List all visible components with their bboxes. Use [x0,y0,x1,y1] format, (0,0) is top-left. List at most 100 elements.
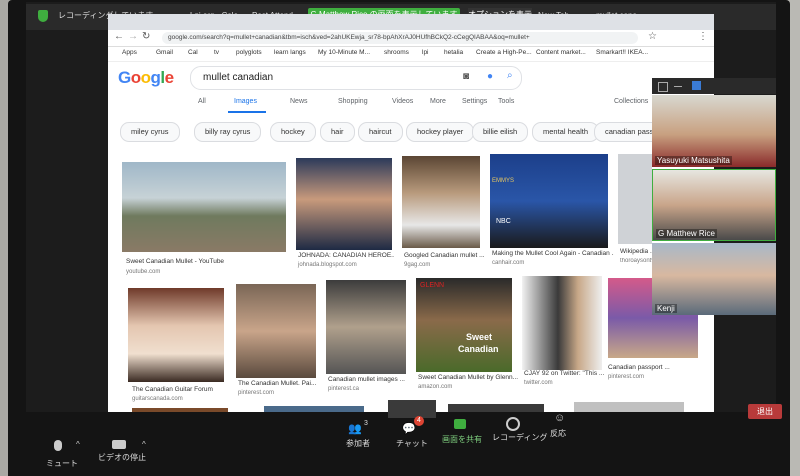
bookmark-item[interactable]: tv [214,49,219,56]
participants-button[interactable]: 参加者 [346,438,370,449]
address-bar[interactable]: google.com/search?q=mullet+canadian&tbm=… [162,32,638,44]
tab-news[interactable]: News [290,98,308,105]
participant-tile[interactable]: Yasuyuki Matsushita [652,95,776,167]
result-caption[interactable]: The Canadian Mullet. Pai... [238,380,322,387]
bookmarks-bar: Apps Gmail Cal tv polyglots learn langs … [108,47,714,62]
forward-icon[interactable]: → [128,31,138,42]
participant-tile[interactable]: G Matthew Rice [652,169,776,241]
result-image[interactable] [522,276,602,370]
tab-strip [108,14,714,30]
bookmark-item[interactable]: Smarkart!! IKEA... [596,49,648,56]
bookmark-item[interactable]: learn langs [274,49,306,56]
leave-meeting-button[interactable]: 退出 [748,404,782,419]
back-icon[interactable]: ← [114,31,124,42]
result-source: canhair.com [492,260,525,266]
gallery-icon[interactable] [692,81,701,90]
search-query: mullet canadian [203,72,274,83]
mic-icon[interactable]: ● [487,71,493,82]
video-camera-icon[interactable] [112,440,126,449]
result-image[interactable] [326,280,406,374]
result-caption[interactable]: Googled Canadian mullet ... [404,252,484,259]
chip[interactable]: billie eilish [472,122,529,142]
stop-video-button[interactable]: ビデオの停止 [98,452,146,463]
chip[interactable]: haircut [358,122,403,142]
camera-icon[interactable]: ◙ [463,71,469,82]
chip[interactable]: mental health [532,122,600,142]
related-chips: miley cyrus billy ray cyrus hockey hair … [120,122,710,142]
video-options-chevron-icon[interactable]: ^ [142,440,146,449]
bookmark-item[interactable]: Gmail [156,49,173,56]
tab-settings[interactable]: Settings [462,98,487,105]
mute-button[interactable]: ミュート [46,458,78,469]
tab-images[interactable]: Images [234,98,257,105]
result-caption[interactable]: Making the Mullet Cool Again - Canadian … [492,250,614,257]
menu-icon[interactable]: ⋮ [698,31,708,42]
tab-all[interactable]: All [198,98,206,105]
bookmark-item[interactable]: hetalia [444,49,463,56]
chip[interactable]: billy ray cyrus [194,122,262,142]
result-image[interactable] [128,288,224,382]
participant-panel-header [652,78,776,94]
overlay-nbc: NBC [496,218,511,225]
overlay-glenn: GLENN [420,282,445,289]
result-caption[interactable]: The Canadian Guitar Forum [132,386,232,393]
chip[interactable]: hockey [270,122,316,142]
result-image[interactable] [618,154,652,244]
reactions-icon[interactable]: ☺ [554,412,565,424]
share-screen-icon[interactable] [454,419,466,429]
result-caption[interactable]: Sweet Canadian Mullet - YouTube [126,258,290,265]
participant-tile[interactable]: Kenji [652,243,776,315]
bookmark-item[interactable]: Cal [188,49,198,56]
record-icon[interactable] [506,417,520,431]
result-image[interactable] [402,156,480,248]
bookmark-item[interactable]: Content market... [536,49,586,56]
reactions-button[interactable]: 反応 [550,428,566,439]
chip[interactable]: hair [320,122,355,142]
result-image[interactable]: EMMYS NBC [490,154,608,248]
result-caption[interactable]: CJAY 92 on Twitter: "This ... [524,370,604,377]
result-caption[interactable]: JOHNADA: CANADIAN HEROE... [298,252,394,259]
mic-icon[interactable] [54,440,62,451]
result-caption[interactable]: Sweet Canadian Mullet by Glenn... [418,374,518,381]
search-input[interactable]: mullet canadian ◙ ● ⌕ [190,66,522,90]
participants-icon[interactable]: 👥 [348,422,362,435]
result-source: amazon.com [418,384,453,390]
mic-options-chevron-icon[interactable]: ^ [76,440,80,449]
result-source: youtube.com [126,269,161,275]
result-image[interactable] [122,162,286,252]
result-caption[interactable]: Canadian passport ... [608,364,698,371]
bookmark-item[interactable]: polyglots [236,49,262,56]
result-image[interactable] [236,284,316,378]
result-caption[interactable]: Canadian mullet images ... [328,376,408,383]
participant-name: Kenji [655,304,677,313]
chip[interactable]: miley cyrus [120,122,180,142]
tab-tools[interactable]: Tools [498,98,514,105]
result-image[interactable] [296,158,392,250]
record-button[interactable]: レコーディング [492,432,547,443]
tab-collections[interactable]: Collections [614,98,648,105]
google-logo[interactable]: Google [118,68,174,88]
bookmark-star-icon[interactable]: ☆ [648,31,657,42]
chat-button[interactable]: チャット [396,438,428,449]
share-screen-button[interactable]: 画面を共有 [442,434,482,445]
overlay-emmys: EMMYS [492,178,515,184]
result-caption[interactable]: Wikipedia ... [620,248,654,255]
participants-count: 3 [364,420,368,427]
minimize-icon[interactable] [674,86,682,87]
bookmark-item[interactable]: lpi [422,49,429,56]
tab-more[interactable]: More [430,98,446,105]
layout-icon[interactable] [658,82,668,92]
tab-shopping[interactable]: Shopping [338,98,368,105]
reload-icon[interactable]: ↻ [142,31,150,42]
bookmark-item[interactable]: My 10-Minute M... [318,49,370,56]
chip[interactable]: hockey player [406,122,475,142]
bookmark-item[interactable]: shrooms [384,49,409,56]
result-image[interactable]: GLENN Sweet Canadian [416,278,512,372]
bookmark-item[interactable]: Create a High-Pe... [476,49,532,56]
tab-videos[interactable]: Videos [392,98,413,105]
result-source: johnada.blogspot.com [298,262,357,268]
shield-icon [38,10,48,22]
search-icon[interactable]: ⌕ [507,70,513,81]
chat-icon[interactable]: 💬 [402,422,416,435]
bookmark-item[interactable]: Apps [122,49,137,56]
